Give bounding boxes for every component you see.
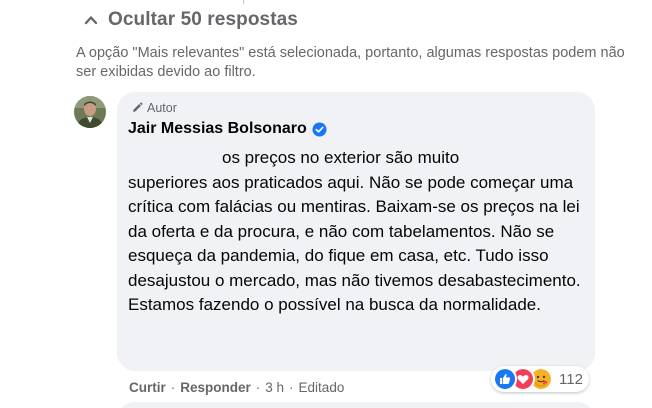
- reactions-count: 112: [559, 370, 583, 388]
- verified-badge-icon: [312, 121, 327, 137]
- comment-text-first-line: os preços no exterior são muito: [222, 148, 460, 167]
- comment-actions: Curtir · Responder · 3 h · Editado: [129, 380, 344, 395]
- hide-replies-button[interactable]: Ocultar 50 respostas: [84, 9, 298, 31]
- avatar[interactable]: [74, 96, 106, 128]
- chevron-up-icon: [84, 16, 98, 25]
- comment-timestamp[interactable]: 3 h: [265, 380, 284, 395]
- comment-thread: Ocultar 50 respostas A opção "Mais relev…: [0, 0, 652, 408]
- next-comment-bubble: [117, 402, 595, 408]
- reactions-summary[interactable]: 112: [491, 366, 589, 392]
- separator-dot: ·: [170, 380, 176, 395]
- comment-author-row: Jair Messias Bolsonaro: [128, 120, 327, 138]
- hide-replies-label: Ocultar 50 respostas: [108, 9, 298, 30]
- like-button[interactable]: Curtir: [129, 380, 166, 395]
- filter-notice: A opção "Mais relevantes" está seleciona…: [76, 45, 625, 80]
- author-badge: Autor: [131, 101, 177, 115]
- comment-text-body: superiores aos praticados aqui. Não se p…: [128, 172, 581, 315]
- comment-text: os preços no exterior são muito superior…: [128, 146, 590, 318]
- edited-label[interactable]: Editado: [299, 380, 345, 395]
- separator-dot: ·: [255, 380, 261, 395]
- thread-connector-line: [243, 0, 244, 4]
- author-badge-label: Autor: [147, 101, 177, 115]
- comment-bubble: Autor Jair Messias Bolsonaro os preços n…: [117, 92, 595, 371]
- avatar-photo: [74, 96, 106, 128]
- comment-author-name[interactable]: Jair Messias Bolsonaro: [128, 120, 307, 138]
- separator-dot: ·: [289, 380, 294, 395]
- reply-button[interactable]: Responder: [180, 380, 251, 395]
- like-reaction-icon: [493, 367, 517, 391]
- pencil-icon: [133, 102, 143, 112]
